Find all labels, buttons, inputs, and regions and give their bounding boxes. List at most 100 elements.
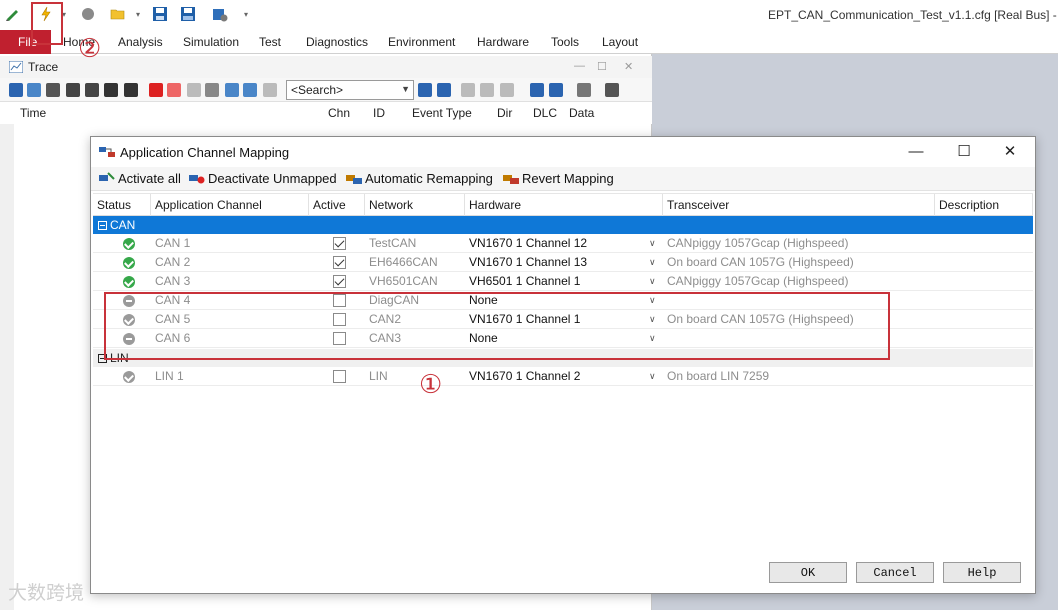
table-row[interactable]: CAN 2 EH6466CAN VN1670 1 Channel 13 ∨ On… bbox=[93, 253, 1033, 272]
search-input[interactable]: <Search> ▼ bbox=[286, 80, 414, 100]
font-icon[interactable] bbox=[605, 83, 619, 97]
column-layout-icon[interactable] bbox=[263, 83, 277, 97]
annotation-highlight-box bbox=[104, 292, 890, 360]
maximize-icon[interactable]: ☐ bbox=[949, 142, 979, 162]
tab-simulation[interactable]: Simulation bbox=[183, 35, 239, 49]
minimize-icon[interactable]: — bbox=[901, 142, 931, 162]
statistics-icon[interactable] bbox=[27, 83, 41, 97]
arrow-left-icon[interactable] bbox=[461, 83, 475, 97]
tab-environment[interactable]: Environment bbox=[388, 35, 455, 49]
scroll-lock-icon[interactable] bbox=[243, 83, 257, 97]
hardware-select[interactable]: VN1670 1 Channel 13 bbox=[465, 253, 587, 272]
arrow-right-icon[interactable] bbox=[480, 83, 494, 97]
config-icon[interactable] bbox=[212, 6, 228, 22]
cancel-button[interactable]: Cancel bbox=[856, 562, 934, 583]
trace-gutter bbox=[0, 124, 14, 610]
automatic-remapping-button[interactable]: Automatic Remapping bbox=[346, 171, 493, 186]
marker-icon[interactable] bbox=[500, 83, 514, 97]
channel-cell: CAN 3 bbox=[155, 274, 191, 288]
close-icon[interactable]: ✕ bbox=[624, 60, 633, 73]
tab-layout[interactable]: Layout bbox=[602, 35, 638, 49]
maximize-icon[interactable]: ☐ bbox=[597, 60, 607, 73]
chevron-down-icon[interactable]: ▼ bbox=[401, 84, 410, 94]
hardware-select[interactable]: VN1670 1 Channel 12 bbox=[465, 234, 587, 253]
ribbon-tabs: Home Analysis Simulation Test Diagnostic… bbox=[0, 30, 1058, 54]
network-cell: EH6466CAN bbox=[369, 255, 438, 269]
filter-out-icon[interactable] bbox=[85, 83, 99, 97]
tab-diagnostics[interactable]: Diagnostics bbox=[306, 35, 368, 49]
binoculars-icon[interactable] bbox=[124, 83, 138, 97]
save-as-icon[interactable] bbox=[180, 6, 196, 22]
revert-mapping-button[interactable]: Revert Mapping bbox=[503, 171, 614, 186]
group-can[interactable]: CAN bbox=[93, 216, 1033, 234]
filter-icon[interactable] bbox=[66, 83, 80, 97]
active-checkbox[interactable] bbox=[333, 275, 346, 288]
column-transceiver[interactable]: Transceiver bbox=[663, 194, 935, 216]
pen-icon[interactable] bbox=[4, 6, 20, 22]
info-icon[interactable] bbox=[9, 83, 23, 97]
column-description[interactable]: Description bbox=[935, 194, 1033, 216]
chevron-down-icon[interactable]: ∨ bbox=[649, 234, 656, 253]
search-next-icon[interactable] bbox=[437, 83, 451, 97]
window-layout-icon[interactable] bbox=[530, 83, 544, 97]
chevron-down-icon[interactable]: ∨ bbox=[649, 367, 656, 386]
column-dir[interactable]: Dir bbox=[497, 106, 512, 120]
collapse-icon[interactable] bbox=[98, 221, 107, 230]
activate-all-button[interactable]: Activate all bbox=[99, 171, 181, 186]
active-checkbox[interactable] bbox=[333, 256, 346, 269]
column-hardware[interactable]: Hardware bbox=[465, 194, 663, 216]
column-id[interactable]: ID bbox=[373, 106, 385, 120]
column-network[interactable]: Network bbox=[365, 194, 465, 216]
column-data[interactable]: Data bbox=[569, 106, 594, 120]
column-time[interactable]: Time bbox=[20, 106, 46, 120]
column-dlc[interactable]: DLC bbox=[533, 106, 557, 120]
open-folder-icon[interactable] bbox=[110, 6, 126, 22]
column-status[interactable]: Status bbox=[93, 194, 151, 216]
pause-icon[interactable] bbox=[187, 83, 201, 97]
revert-icon bbox=[503, 171, 519, 185]
export-icon[interactable] bbox=[46, 83, 60, 97]
customize-chevron-icon[interactable]: ▾ bbox=[242, 11, 250, 19]
deactivate-unmapped-button[interactable]: Deactivate Unmapped bbox=[189, 171, 337, 186]
active-checkbox[interactable] bbox=[333, 237, 346, 250]
clear-icon[interactable] bbox=[167, 83, 181, 97]
table-row[interactable]: CAN 3 VH6501CAN VH6501 1 Channel 1 ∨ CAN… bbox=[93, 272, 1033, 291]
chevron-down-icon[interactable]: ▾ bbox=[134, 11, 142, 19]
tab-analysis[interactable]: Analysis bbox=[118, 35, 163, 49]
column-application-channel[interactable]: Application Channel bbox=[151, 194, 309, 216]
tab-hardware[interactable]: Hardware bbox=[477, 35, 529, 49]
active-checkbox[interactable] bbox=[333, 370, 346, 383]
save-icon[interactable] bbox=[152, 6, 168, 22]
remapping-icon bbox=[346, 171, 362, 185]
config-icon[interactable] bbox=[549, 83, 563, 97]
transceiver-cell: CANpiggy 1057Gcap (Highspeed) bbox=[667, 236, 849, 250]
filter-column-icon[interactable] bbox=[104, 83, 118, 97]
search-prev-icon[interactable] bbox=[418, 83, 432, 97]
chevron-down-icon[interactable]: ∨ bbox=[649, 272, 656, 291]
ok-button[interactable]: OK bbox=[769, 562, 847, 583]
dialog-title: Application Channel Mapping bbox=[120, 145, 290, 160]
delete-icon[interactable] bbox=[149, 83, 163, 97]
tab-tools[interactable]: Tools bbox=[551, 35, 579, 49]
table-row[interactable]: CAN 1 TestCAN VN1670 1 Channel 12 ∨ CANp… bbox=[93, 234, 1033, 253]
trace-icon bbox=[8, 60, 24, 74]
sort-icon[interactable] bbox=[225, 83, 239, 97]
chevron-down-icon[interactable]: ∨ bbox=[649, 253, 656, 272]
minimize-icon[interactable]: — bbox=[574, 60, 585, 72]
close-icon[interactable]: ✕ bbox=[995, 142, 1025, 162]
transceiver-cell: On board LIN 7259 bbox=[667, 369, 770, 383]
table-row[interactable]: LIN 1 LIN VN1670 1 Channel 2 ∨ On board … bbox=[93, 367, 1033, 386]
search-placeholder: <Search> bbox=[291, 83, 344, 97]
grid-header: Status Application Channel Active Networ… bbox=[93, 194, 1033, 216]
stop-icon[interactable] bbox=[80, 6, 96, 22]
column-chn[interactable]: Chn bbox=[328, 106, 350, 120]
column-event-type[interactable]: Event Type bbox=[412, 106, 472, 120]
column-active[interactable]: Active bbox=[309, 194, 365, 216]
delta-time-icon[interactable] bbox=[205, 83, 219, 97]
hardware-select[interactable]: VH6501 1 Channel 1 bbox=[465, 272, 580, 291]
network-cell: LIN bbox=[369, 369, 388, 383]
tab-test[interactable]: Test bbox=[259, 35, 281, 49]
help-button[interactable]: Help bbox=[943, 562, 1021, 583]
hardware-select[interactable]: VN1670 1 Channel 2 bbox=[465, 367, 580, 386]
line-style-icon[interactable] bbox=[577, 83, 591, 97]
